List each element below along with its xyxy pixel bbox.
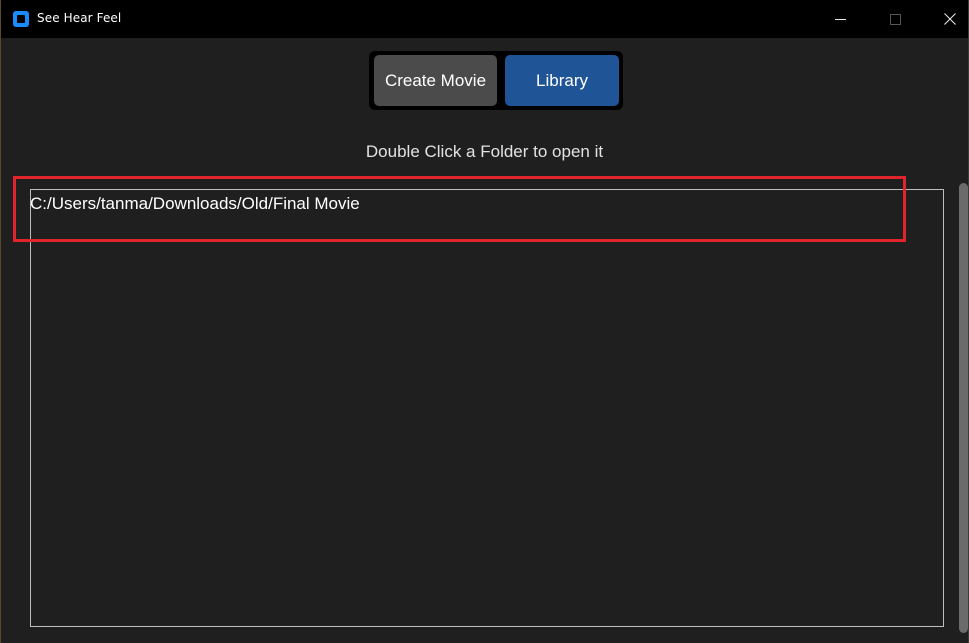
minimize-button[interactable] [817,0,863,38]
maximize-button[interactable] [873,0,919,38]
tab-library[interactable]: Library [505,55,619,106]
mode-switcher: Create Movie Library [369,51,623,110]
instruction-text: Double Click a Folder to open it [365,142,604,161]
scrollbar-thumb[interactable] [959,183,968,633]
title-bar[interactable]: See Hear Feel [1,0,968,38]
close-button[interactable] [927,0,968,38]
tab-create-movie[interactable]: Create Movie [374,55,497,106]
app-window: See Hear Feel Create Movie Library Doubl… [0,0,969,643]
window-title: See Hear Feel [37,11,122,25]
folder-list[interactable] [30,189,944,627]
app-icon [13,11,29,27]
close-icon [944,13,956,25]
folder-list-item[interactable]: C:/Users/tanma/Downloads/Old/Final Movie [30,194,360,214]
